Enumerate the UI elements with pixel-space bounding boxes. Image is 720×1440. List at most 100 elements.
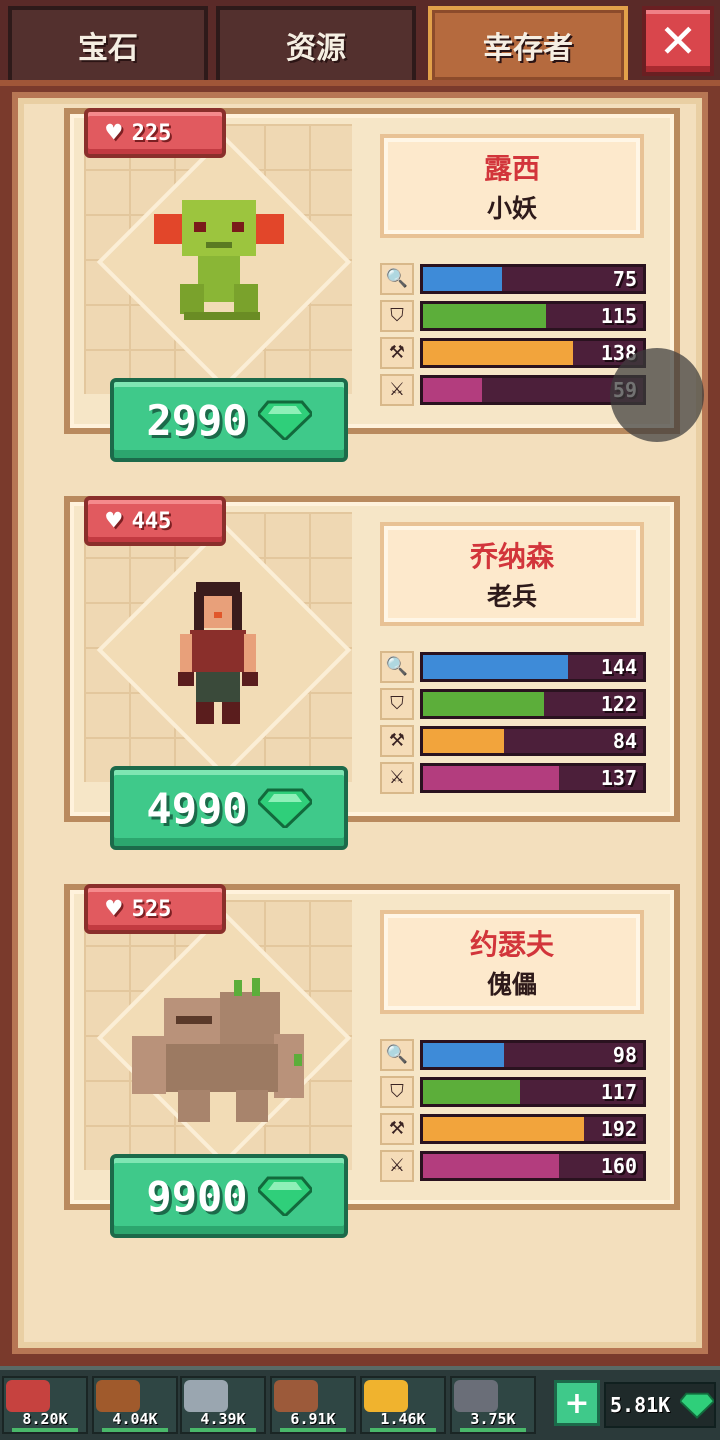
stat-bar: 122 [420, 688, 646, 719]
health-value: 525 [131, 896, 172, 922]
health-value: 225 [131, 120, 172, 146]
sword-icon: ⚔ [380, 1149, 414, 1182]
stat-bar-fill [423, 1042, 505, 1067]
top-tab-bar: 宝石 资源 幸存者 ✕ [0, 0, 720, 86]
stat-bar: 160 [420, 1150, 646, 1181]
stat-list: 🔍 98 ⛉ 117 ⚒ 192 ⚔ 160 [380, 1036, 646, 1184]
stat-bar: 117 [420, 1076, 646, 1107]
close-icon: ✕ [658, 14, 698, 68]
plus-icon: + [564, 1385, 590, 1421]
buy-button[interactable]: 2990 [110, 378, 348, 462]
rope-icon [274, 1380, 318, 1412]
tab-resources[interactable]: 资源 [216, 6, 416, 80]
resource-progress [12, 1428, 78, 1432]
tab-gems[interactable]: 宝石 [8, 6, 208, 80]
stat-bar: 75 [420, 263, 646, 294]
heart-icon: ♥ [106, 118, 122, 148]
heart-icon: ♥ [106, 506, 122, 536]
magnifier-icon: 🔍 [380, 262, 414, 295]
close-button[interactable]: ✕ [642, 6, 714, 76]
stat-row: 🔍 98 [380, 1036, 646, 1073]
stat-bar-fill [423, 765, 560, 790]
axe-icon: ⚒ [380, 336, 414, 369]
goblin-portrait [154, 200, 284, 320]
stat-row: ⚔ 160 [380, 1147, 646, 1184]
stat-row: ⚔ 137 [380, 759, 646, 796]
survivor-card: ♥ 225 露西 小妖 🔍 75 ⛉ 115 ⚒138⚔59 2990 [64, 108, 680, 462]
resource-wood: 4.04K [92, 1376, 178, 1434]
shield-icon: ⛉ [380, 1075, 414, 1108]
survivor-name: 约瑟夫 [469, 928, 554, 961]
stat-bar: 138 [420, 337, 646, 368]
stat-bar-fill [423, 303, 547, 328]
gem-icon [257, 400, 312, 440]
stat-value: 75 [612, 266, 637, 291]
iron-ingot-icon [184, 1380, 228, 1412]
stat-row: ⛉ 122 [380, 685, 646, 722]
magnifier-icon: 🔍 [380, 650, 414, 683]
magnifier-icon: 🔍 [380, 1038, 414, 1071]
stat-value: 122 [600, 691, 637, 716]
stat-bar-fill [423, 1116, 584, 1141]
stat-row: 🔍 75 [380, 260, 646, 297]
resource-amount: 3.75K [470, 1410, 516, 1428]
stat-bar: 137 [420, 762, 646, 793]
stat-bar: 115 [420, 300, 646, 331]
axe-icon: ⚒ [380, 724, 414, 757]
stat-row: ⚒ 138 [380, 334, 646, 371]
health-badge: ♥ 525 [84, 884, 226, 934]
veteran-portrait [178, 582, 258, 724]
resource-amount: 4.39K [200, 1410, 246, 1428]
price-value: 2990 [146, 395, 248, 445]
resource-amount: 1.46K [380, 1410, 426, 1428]
stat-bar-fill [423, 1153, 560, 1178]
stat-bar-fill [423, 691, 544, 716]
stat-list: 🔍 144 ⛉ 122 ⚒ 84 ⚔ 137 [380, 648, 646, 796]
buy-button[interactable]: 4990 [110, 766, 348, 850]
stat-value: 160 [600, 1153, 637, 1178]
stat-row: 🔍 144 [380, 648, 646, 685]
stat-value: 117 [600, 1079, 637, 1104]
buy-button[interactable]: 9900 [110, 1154, 348, 1238]
stat-bar: 144 [420, 651, 646, 682]
portrait-frame [84, 512, 352, 782]
tab-survivors-label: 幸存者 [483, 31, 573, 66]
stat-value: 192 [600, 1116, 637, 1141]
portrait-frame [84, 124, 352, 394]
resource-bar: 8.20K 4.04K 4.39K 6.91K 1.46K 3.75K + 5.81K [0, 1366, 720, 1440]
stat-bar-fill [423, 728, 505, 753]
tab-survivors[interactable]: 幸存者 [428, 6, 628, 80]
resource-stone: 3.75K [450, 1376, 536, 1434]
stat-row: ⚒ 84 [380, 722, 646, 759]
sword-icon: ⚔ [380, 373, 414, 406]
stat-value: 84 [612, 728, 637, 753]
stat-value: 115 [600, 303, 637, 328]
meat-icon [6, 1380, 50, 1412]
add-gems-button[interactable]: + [554, 1380, 600, 1426]
resource-amount: 6.91K [290, 1410, 336, 1428]
touch-indicator [610, 348, 704, 442]
survivor-name: 乔纳森 [469, 540, 554, 573]
resource-amount: 8.20K [22, 1410, 68, 1428]
stat-row: ⚔59 [380, 371, 646, 408]
survivor-type: 小妖 [486, 194, 537, 223]
survivor-type: 傀儡 [486, 970, 537, 999]
survivor-list-panel: ♥ 225 露西 小妖 🔍75⛉115⚒138⚔59 2990 [12, 92, 708, 1354]
resource-gold: 1.46K [360, 1376, 446, 1434]
stat-bar-fill [423, 377, 483, 402]
survivor-name: 露西 [483, 152, 540, 185]
stat-bar-fill [423, 1079, 520, 1104]
stat-bar-fill [423, 266, 503, 291]
stat-bar: 84 [420, 725, 646, 756]
price-value: 4990 [146, 783, 248, 833]
health-value: 445 [131, 508, 172, 534]
gem-icon [257, 788, 312, 828]
gem-icon [680, 1392, 714, 1419]
resource-leather: 6.91K [270, 1376, 356, 1434]
log-icon [96, 1380, 140, 1412]
name-box: 约瑟夫 傀儡 [380, 910, 644, 1014]
resource-progress [460, 1428, 526, 1432]
resource-amount: 4.04K [112, 1410, 158, 1428]
stat-value: 144 [600, 654, 637, 679]
stone-icon [454, 1380, 498, 1412]
